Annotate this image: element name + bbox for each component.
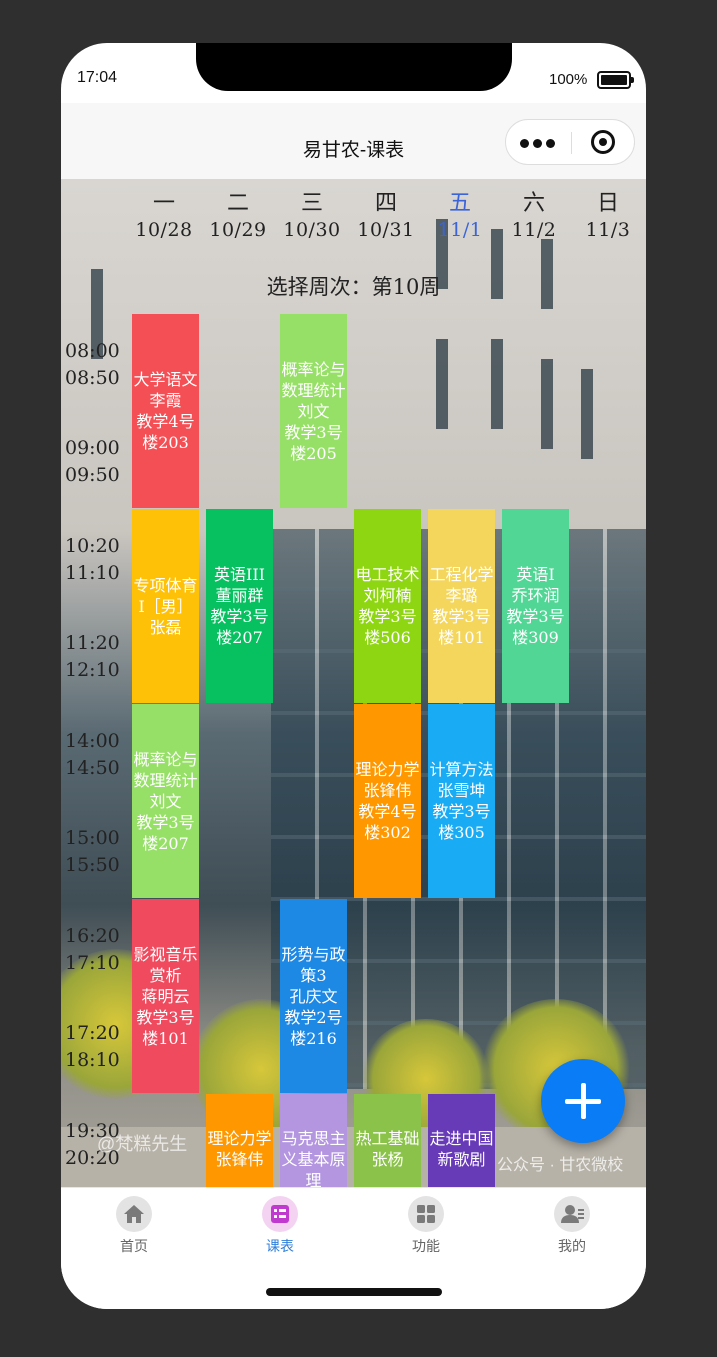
course-text: 电工技术 刘柯楠 教学3号楼506 [355,565,420,647]
tab-schedule[interactable]: 课表 [207,1196,353,1256]
time-label: 17:10 [65,952,120,974]
course-text: 热工基础 张杨 [355,1129,420,1169]
time-label: 09:50 [65,464,120,486]
watermark-right: 公众号 · 甘农微校 [497,1157,624,1174]
day-header: 一 10/28 [129,191,199,243]
course-text: 形势与政策3 孔庆文 教学2号楼216 [281,944,346,1048]
day-header: 三 10/30 [277,191,347,243]
course-text: 走进中国新歌剧 [429,1129,494,1169]
close-miniprogram-icon[interactable] [591,130,615,154]
time-label: 16:20 [65,925,120,947]
capsule-divider [571,132,572,154]
course-text: 马克思主义基本原理 [281,1129,346,1187]
course-block[interactable]: 理论力学 张锋伟 教学4号楼302 [354,704,421,898]
home-icon [116,1196,152,1232]
day-name: 三 [300,191,323,216]
time-label: 14:00 [65,730,120,752]
course-text: 影视音乐赏析 蒋明云 教学3号楼101 [133,944,198,1048]
more-icon[interactable] [520,133,572,153]
course-block[interactable]: 理论力学 张锋伟 [206,1094,273,1187]
battery-percent: 100% [549,71,588,88]
course-text: 大学语文 李霞 教学4号楼203 [133,370,198,452]
course-block[interactable]: 马克思主义基本原理 [280,1094,347,1187]
watermark-left: @梵糕先生 [97,1134,188,1154]
notch [196,43,512,91]
course-block[interactable]: 电工技术 刘柯楠 教学3号楼506 [354,509,421,703]
course-block[interactable]: 计算方法 张雪坤 教学3号楼305 [428,704,495,898]
tab-label: 首页 [120,1238,148,1254]
home-indicator [266,1288,442,1296]
time-label: 15:00 [65,827,120,849]
time-label: 11:10 [65,562,120,584]
tab-home[interactable]: 首页 [61,1196,207,1256]
mini-program-capsule [505,119,635,165]
time-label: 11:20 [65,632,120,654]
day-date: 11/1 [437,219,483,241]
day-header: 日 11/3 [573,191,643,243]
tab-label: 功能 [412,1238,440,1254]
status-time: 17:04 [77,69,118,86]
day-header: 四 10/31 [351,191,421,243]
tab-label: 我的 [558,1238,586,1254]
course-text: 工程化学 李璐 教学3号楼101 [429,565,494,647]
day-date: 11/3 [585,219,631,241]
course-block[interactable]: 概率论与数理统计 刘文 教学3号楼205 [280,314,347,508]
day-date: 10/29 [209,219,267,241]
tab-functions[interactable]: 功能 [353,1196,499,1256]
day-date: 10/31 [357,219,415,241]
time-label: 18:10 [65,1049,120,1071]
day-date: 10/30 [283,219,341,241]
course-text: 概率论与数理统计 刘文 教学3号楼205 [281,359,346,463]
schedule-icon [262,1196,298,1232]
day-name: 一 [152,191,175,216]
time-label: 08:00 [65,340,120,362]
grid-icon [408,1196,444,1232]
time-label: 12:10 [65,659,120,681]
day-name: 六 [522,191,545,216]
time-label: 10:20 [65,535,120,557]
time-label: 15:50 [65,854,120,876]
course-text: 英语III 董丽群 教学3号楼207 [210,565,269,647]
course-text: 计算方法 张雪坤 教学3号楼305 [429,760,494,842]
course-text: 概率论与数理统计 刘文 教学3号楼207 [133,749,198,853]
day-header: 二 10/29 [203,191,273,243]
course-block[interactable]: 概率论与数理统计 刘文 教学3号楼207 [132,704,199,898]
phone-screen: 17:04 100% 易甘农-课表 一 10/28 二 10/29 三 10/30 四 10/… [61,43,646,1309]
day-date: 10/28 [135,219,193,241]
user-icon [554,1196,590,1232]
day-name: 四 [374,191,397,216]
time-label: 14:50 [65,757,120,779]
add-course-button[interactable] [541,1059,625,1143]
day-name: 五 [448,191,471,216]
day-date: 11/2 [511,219,557,241]
tab-label: 课表 [266,1238,294,1254]
course-text: 英语I 乔环润 教学3号楼309 [506,565,565,647]
course-block[interactable]: 走进中国新歌剧 [428,1094,495,1187]
course-block[interactable]: 工程化学 李璐 教学3号楼101 [428,509,495,703]
course-block[interactable]: 大学语文 李霞 教学4号楼203 [132,314,199,508]
day-name: 日 [596,191,619,216]
tab-profile[interactable]: 我的 [499,1196,645,1256]
battery-icon [597,71,634,89]
week-selector[interactable]: 选择周次：第10周 [61,271,646,301]
time-label: 17:20 [65,1022,120,1044]
course-text: 理论力学 张锋伟 [207,1129,272,1169]
course-block[interactable]: 英语III 董丽群 教学3号楼207 [206,509,273,703]
course-block[interactable]: 英语I 乔环润 教学3号楼309 [502,509,569,703]
day-header: 五 11/1 [425,191,495,243]
course-block[interactable]: 专项体育Ⅰ［男］ 张磊 [132,509,199,703]
day-header: 六 11/2 [499,191,569,243]
time-label: 09:00 [65,437,120,459]
course-text: 专项体育Ⅰ［男］ 张磊 [133,575,198,637]
course-block[interactable]: 影视音乐赏析 蒋明云 教学3号楼101 [132,899,199,1093]
course-block[interactable]: 热工基础 张杨 [354,1094,421,1187]
time-label: 08:50 [65,367,120,389]
course-text: 理论力学 张锋伟 教学4号楼302 [355,760,420,842]
day-name: 二 [226,191,249,216]
course-block[interactable]: 形势与政策3 孔庆文 教学2号楼216 [280,899,347,1093]
